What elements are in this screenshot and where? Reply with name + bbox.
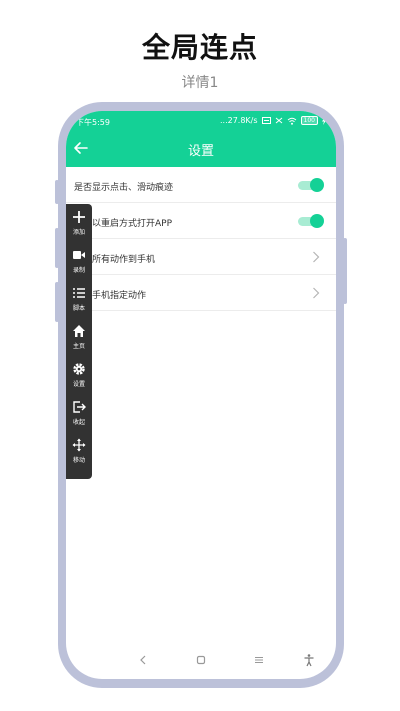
setting-label: 是否显示点击、滑动痕迹 (74, 183, 174, 193)
phone-screen: 下午5:59 ...27.8K/s 100 设置 是否显示点击、滑动痕迹 是否以… (66, 111, 336, 679)
wifi-icon (287, 117, 296, 125)
floatbar-settings-button[interactable]: 设置 (66, 360, 92, 398)
floatbar-move-button[interactable]: 移动 (66, 436, 92, 474)
setting-export-actions[interactable]: 导出所有动作到手机 (66, 239, 336, 275)
floatbar-label: 主页 (72, 343, 85, 350)
floatbar-label: 移动 (72, 457, 85, 464)
floatbar-label: 添加 (72, 229, 85, 236)
nav-back-icon[interactable] (136, 653, 150, 667)
toggle-knob (310, 214, 324, 228)
header-title: 设置 (187, 144, 214, 159)
floatbar-home-button[interactable]: 主页 (66, 322, 92, 360)
home-icon (73, 325, 85, 337)
setting-import-actions[interactable]: 导入手机指定动作 (66, 275, 336, 311)
battery-indicator: 100 (300, 116, 318, 125)
network-speed: ...27.8K/s (219, 116, 258, 125)
gear-icon (73, 363, 85, 375)
floatbar-label: 脚本 (72, 305, 85, 312)
plus-icon (73, 211, 85, 223)
sim-icon (261, 117, 271, 124)
nav-menu-icon[interactable] (252, 653, 266, 667)
list-icon (73, 288, 85, 298)
floatbar-label: 录制 (72, 267, 85, 274)
floatbar-label: 收起 (72, 419, 85, 426)
exit-icon (73, 401, 86, 413)
nav-home-icon[interactable] (194, 653, 208, 667)
floatbar-add-button[interactable]: 添加 (66, 208, 92, 246)
floatbar-collapse-button[interactable]: 收起 (66, 398, 92, 436)
accessibility-icon[interactable] (302, 653, 316, 667)
settings-list: 是否显示点击、滑动痕迹 是否以重启方式打开APP 导出所有动作到手机 导入手机指… (66, 167, 336, 311)
move-icon (72, 438, 86, 452)
chevron-right-icon[interactable] (312, 251, 320, 263)
floatbar-label: 设置 (72, 381, 85, 388)
toggle-knob (310, 178, 324, 192)
status-time: 下午5:59 (76, 118, 110, 127)
charging-icon (322, 116, 326, 125)
phone-frame: 下午5:59 ...27.8K/s 100 设置 是否显示点击、滑动痕迹 是否以… (58, 102, 344, 688)
status-indicators: ...27.8K/s 100 (220, 116, 326, 125)
floatbar-script-button[interactable]: 脚本 (66, 284, 92, 322)
status-bar: 下午5:59 ...27.8K/s 100 (66, 114, 336, 130)
system-nav-bar (66, 647, 336, 673)
setting-restart-open-app[interactable]: 是否以重启方式打开APP (66, 203, 336, 239)
restart-open-toggle[interactable] (298, 214, 324, 228)
page-subheading: 详情1 (181, 75, 219, 91)
show-traces-toggle[interactable] (298, 178, 324, 192)
floatbar-record-button[interactable]: 录制 (66, 246, 92, 284)
floating-toolbar[interactable]: 添加 录制 脚本 主页 设置 收起 移动 (66, 204, 92, 479)
signal-icon (275, 117, 282, 124)
record-icon (73, 251, 85, 259)
page-headline: 全局连点 (141, 31, 258, 64)
setting-show-touch-traces[interactable]: 是否显示点击、滑动痕迹 (66, 167, 336, 203)
app-header: 下午5:59 ...27.8K/s 100 设置 (66, 111, 336, 167)
chevron-right-icon[interactable] (312, 287, 320, 299)
